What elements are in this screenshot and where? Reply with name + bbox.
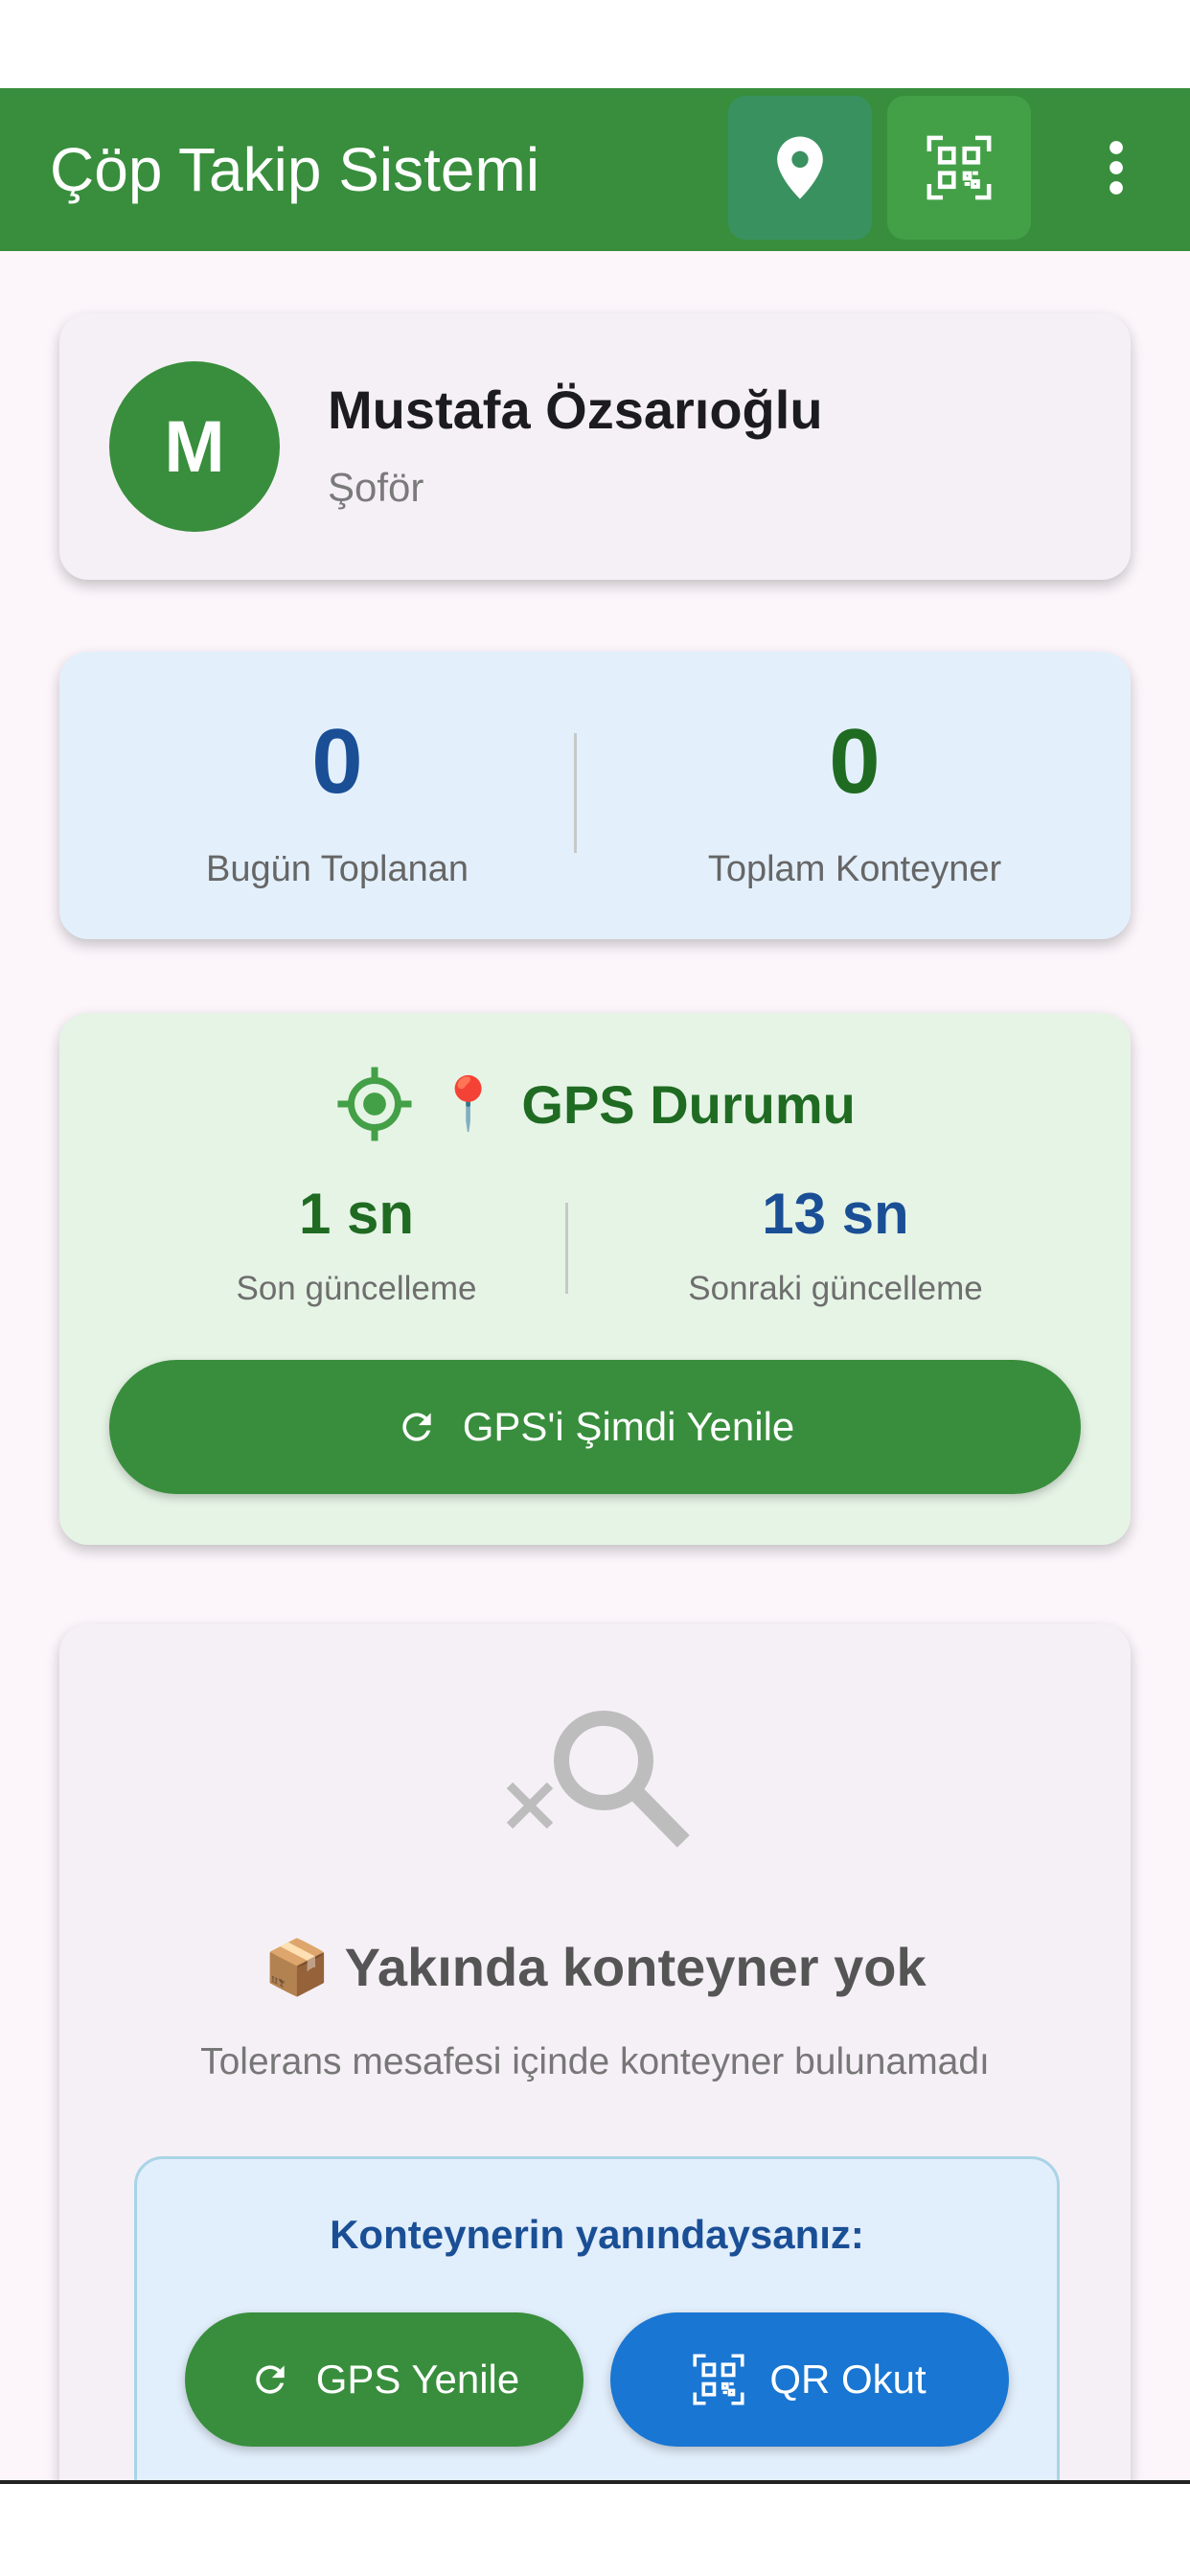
empty-state-subtitle: Tolerans mesafesi içinde konteyner bulun…: [200, 2041, 990, 2082]
empty-state-title: 📦 Yakında konteyner yok: [59, 1936, 1131, 1999]
gps-divider: [565, 1203, 568, 1294]
stats-card: 0 Bugün Toplanan 0 Toplam Konteyner: [59, 652, 1131, 939]
collected-today-value: 0: [311, 710, 363, 813]
hint-title: Konteynerin yanındaysanız:: [330, 2212, 864, 2257]
total-containers-value: 0: [829, 710, 881, 813]
app-bar: Çöp Takip Sistemi: [0, 88, 1190, 251]
main-content: M Mustafa Özsarıoğlu Şoför 0 Bugün Topla…: [0, 251, 1190, 2480]
stat-collected-today: 0 Bugün Toplanan: [79, 652, 596, 939]
gps-next-update: 13 sn Sonraki güncelleme: [586, 1176, 1085, 1308]
profile-card: M Mustafa Özsarıoğlu Şoför: [59, 313, 1131, 580]
gps-last-update: 1 sn Son güncelleme: [107, 1176, 606, 1308]
user-role: Şoför: [328, 465, 424, 510]
gps-crosshair-icon: [337, 1067, 412, 1141]
empty-state-title-text: Yakında konteyner yok: [344, 1937, 927, 1997]
app-title: Çöp Takip Sistemi: [50, 135, 540, 204]
refresh-icon: [402, 1413, 431, 1441]
refresh-icon: [256, 2365, 285, 2394]
pin-emoji-icon: 📍: [436, 1074, 501, 1133]
next-update-label: Sonraki güncelleme: [688, 1270, 983, 1307]
more-options-button[interactable]: [1064, 96, 1169, 240]
gps-status-card: 📍 GPS Durumu 1 sn Son güncelleme 13 sn S…: [59, 1013, 1131, 1545]
location-button[interactable]: [728, 96, 872, 240]
package-emoji-icon: 📦: [263, 1937, 332, 1997]
nearby-containers-card: 📦 Yakında konteyner yok Tolerans mesafes…: [59, 1624, 1131, 2480]
qr-scan-label: QR Okut: [769, 2357, 927, 2402]
qr-scan-button[interactable]: [887, 96, 1031, 240]
user-name: Mustafa Özsarıoğlu: [328, 380, 823, 440]
gps-refresh-now-label: GPS'i Şimdi Yenile: [462, 1404, 795, 1449]
gps-refresh-now-button[interactable]: GPS'i Şimdi Yenile: [109, 1360, 1081, 1494]
avatar: M: [109, 361, 280, 532]
gps-refresh-label: GPS Yenile: [315, 2357, 520, 2402]
bottom-area: [0, 2484, 1190, 2576]
status-bar: [0, 0, 1190, 88]
more-vert-icon: [1110, 141, 1123, 195]
nearby-hint-box: Konteynerin yanındaysanız: GPS Yenile QR…: [134, 2156, 1060, 2480]
qr-scan-icon: [693, 2354, 744, 2405]
gps-refresh-button[interactable]: GPS Yenile: [185, 2312, 584, 2447]
location-pin-icon: [777, 136, 823, 199]
qr-scan-action-button[interactable]: QR Okut: [610, 2312, 1009, 2447]
gps-title: GPS Durumu: [521, 1073, 856, 1135]
last-update-label: Son güncelleme: [236, 1270, 477, 1307]
next-update-value: 13 sn: [762, 1182, 909, 1246]
stat-total-containers: 0 Toplam Konteyner: [596, 652, 1113, 939]
qr-scan-icon: [927, 135, 992, 200]
gps-header: 📍 GPS Durumu: [59, 1061, 1131, 1147]
last-update-value: 1 sn: [298, 1182, 415, 1246]
collected-today-label: Bugün Toplanan: [206, 849, 469, 889]
search-off-icon: [506, 1711, 690, 1848]
total-containers-label: Toplam Konteyner: [707, 849, 1002, 889]
stats-divider: [574, 733, 577, 853]
